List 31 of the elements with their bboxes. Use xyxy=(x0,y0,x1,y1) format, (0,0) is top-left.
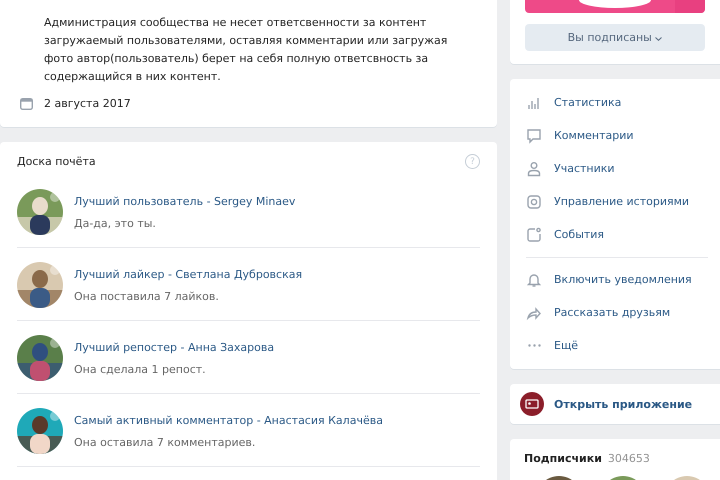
date-text: 2 августа 2017 xyxy=(44,97,131,110)
subscribed-button[interactable]: Вы подписаны xyxy=(525,24,705,51)
speech-bubble-icon xyxy=(526,128,542,144)
entry-title-link[interactable]: Лучший лайкер - Светлана Дубровская xyxy=(74,268,302,280)
menu-item[interactable]: События xyxy=(510,218,720,251)
chevron-down-icon xyxy=(655,37,662,41)
bell-icon xyxy=(526,272,542,288)
entry-title-link[interactable]: Самый активный комментатор - Анастасия Калачёва xyxy=(74,414,383,426)
menu-item[interactable]: Управление историями xyxy=(510,185,720,218)
menu-item[interactable]: Ещё xyxy=(510,329,720,362)
entry-title-link[interactable]: Лучший пользователь - Sergey Minaev xyxy=(74,194,296,208)
more-icon xyxy=(528,344,540,347)
subscribers-count: 304653 xyxy=(608,452,650,465)
entry-title-link[interactable]: Лучший репостер - Анна Захарова xyxy=(74,340,274,354)
open-app-link[interactable]: Открыть приложение xyxy=(554,398,692,410)
menu-item[interactable]: Комментарии xyxy=(510,119,720,152)
description-text: Администрация сообщества не несет ответсвенности за контент загружаемый пользователями, оставляя комментарии или загружая фото автор(пользователь) берет на себя полную ответсвность за содержащийся в них контент. xyxy=(44,15,448,85)
app-icon xyxy=(520,392,544,416)
entry-note: Она сделала 1 репост. xyxy=(74,362,207,376)
camera-icon xyxy=(526,194,542,210)
share-icon xyxy=(526,304,542,320)
menu-item[interactable]: Включить уведомления xyxy=(510,263,720,296)
menu-item[interactable]: Рассказать друзьям xyxy=(510,296,720,329)
entry-note: Она оставила 7 комментариев. xyxy=(74,436,256,448)
entry-note: Да-да, это ты. xyxy=(74,216,157,230)
entry-note: Она поставила 7 лайков. xyxy=(74,290,220,302)
subscribers-title: Подписчики xyxy=(524,452,602,465)
section-title: Доска почёта xyxy=(17,155,96,168)
menu-item[interactable]: Статистика xyxy=(510,86,720,119)
person-icon xyxy=(526,160,542,176)
menu-item[interactable]: Участники xyxy=(510,152,720,185)
